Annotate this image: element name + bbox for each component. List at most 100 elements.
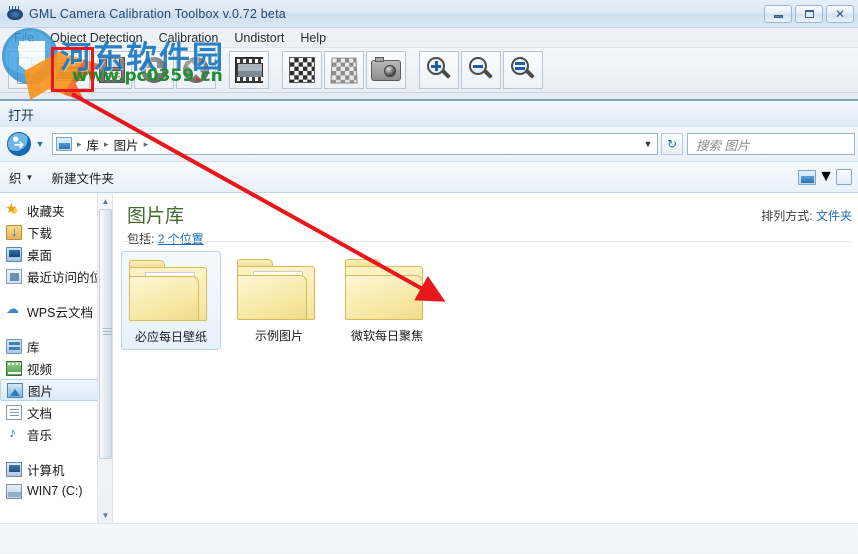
sidebar-item-label: 视频 xyxy=(27,362,53,377)
chessboard-button[interactable] xyxy=(282,51,322,89)
open-file-button[interactable] xyxy=(50,51,90,89)
folder-icon xyxy=(129,256,213,324)
library-includes: 包括: 2 个位置 xyxy=(127,230,204,247)
documents-icon xyxy=(6,404,22,420)
new-document-icon xyxy=(17,56,39,84)
arrange-value[interactable]: 文件夹 xyxy=(816,209,852,223)
folder-icon xyxy=(237,255,321,323)
menu-file[interactable]: File xyxy=(6,30,42,46)
file-list-pane: 图片库 包括: 2 个位置 排列方式: 文件夹 必应每日壁纸 示例图片 微软每日… xyxy=(113,193,858,523)
sidebar-item-computer[interactable]: 计算机 xyxy=(0,458,112,480)
dialog-address-bar: ➜ ▼ ▸ 库 ▸ 图片 ▸ ▼ ↻ 搜索 图片 xyxy=(0,127,858,161)
computer-icon xyxy=(6,461,22,477)
menu-calibration[interactable]: Calibration xyxy=(151,30,227,46)
close-button[interactable]: ✕ xyxy=(826,5,854,23)
zoom-out-button[interactable] xyxy=(461,51,501,89)
arrange-label: 排列方式: xyxy=(761,209,813,223)
scroll-down-icon[interactable]: ▼ xyxy=(98,507,112,523)
list-item-label: 微软每日聚焦 xyxy=(350,329,423,343)
scrollbar-grip xyxy=(103,328,112,335)
organize-button[interactable]: 织 ▼ xyxy=(0,168,42,187)
sidebar-item-libraries[interactable]: 库 xyxy=(0,335,112,357)
pictures-icon xyxy=(7,382,23,398)
search-input[interactable]: 搜索 图片 xyxy=(687,133,855,155)
scrollbar-thumb[interactable] xyxy=(99,209,112,459)
dialog-command-bar: 织 ▼ 新建文件夹 ▼ xyxy=(0,161,858,193)
includes-prefix: 包括: xyxy=(127,232,155,246)
sidebar-item-downloads[interactable]: 下载 xyxy=(0,221,112,243)
sidebar-item-videos[interactable]: 视频 xyxy=(0,357,112,379)
address-breadcrumb-bar[interactable]: ▸ 库 ▸ 图片 ▸ ▼ xyxy=(52,133,658,155)
back-button[interactable]: ➜ xyxy=(7,132,31,156)
sidebar-scrollbar[interactable]: ▲ ▼ xyxy=(97,193,112,523)
open-file-dialog: 打开 ➜ ▼ ▸ 库 ▸ 图片 ▸ ▼ ↻ 搜索 图片 织 ▼ 新建文件夹 ▼ … xyxy=(0,100,858,554)
camera-button[interactable] xyxy=(366,51,406,89)
zoom-reset-icon xyxy=(509,56,537,84)
refresh-button[interactable]: ↻ xyxy=(661,133,683,155)
plus-circle-icon xyxy=(141,57,167,83)
breadcrumb-separator: ▸ xyxy=(143,138,149,149)
favorites-icon xyxy=(5,200,22,218)
arrange-by[interactable]: 排列方式: 文件夹 xyxy=(761,207,852,224)
history-dropdown-icon[interactable]: ▼ xyxy=(33,132,47,156)
remove-button[interactable] xyxy=(176,51,216,89)
address-dropdown-icon[interactable]: ▼ xyxy=(639,134,657,154)
film-strip-icon xyxy=(235,57,263,83)
sidebar-item-label: 桌面 xyxy=(27,248,53,263)
view-options-icon[interactable] xyxy=(798,169,817,185)
toolbar-separator xyxy=(271,51,280,89)
sidebar-item-drive-c[interactable]: WIN7 (C:) xyxy=(0,480,112,502)
dialog-title: 打开 xyxy=(8,107,35,123)
folder-grid: 必应每日壁纸 示例图片 微软每日聚焦 xyxy=(121,251,437,350)
save-button[interactable] xyxy=(92,51,132,89)
application-toolbar xyxy=(0,48,858,93)
sidebar-item-desktop[interactable]: 桌面 xyxy=(0,243,112,265)
chevron-down-icon: ▼ xyxy=(25,172,34,182)
camera-eye-icon xyxy=(6,5,24,22)
list-item[interactable]: 微软每日聚焦 xyxy=(337,251,437,350)
sidebar-item-label: 下载 xyxy=(27,226,53,241)
sidebar-item-wps-cloud[interactable]: WPS云文档 xyxy=(0,300,112,322)
new-folder-button[interactable]: 新建文件夹 xyxy=(42,168,123,187)
list-item-label: 必应每日壁纸 xyxy=(134,330,207,344)
breadcrumb-separator: ▸ xyxy=(104,138,109,149)
list-item[interactable]: 必应每日壁纸 xyxy=(121,251,221,350)
minimize-button[interactable] xyxy=(764,5,792,23)
list-item[interactable]: 示例图片 xyxy=(229,251,329,350)
dialog-bottom-bar xyxy=(0,523,858,554)
restore-button[interactable] xyxy=(795,5,823,23)
menu-object-detection[interactable]: Object Detection xyxy=(42,30,150,46)
breadcrumb-pictures[interactable]: 图片 xyxy=(111,135,142,154)
application-menubar: File Object Detection Calibration Undist… xyxy=(0,28,858,48)
toolbar-separator xyxy=(218,51,227,89)
navigation-sidebar: 收藏夹 下载 桌面 最近访问的位置 WPS云文档 xyxy=(0,193,112,523)
list-item-label: 示例图片 xyxy=(254,329,303,343)
chessboard-grey-button[interactable] xyxy=(324,51,364,89)
breadcrumb-library[interactable]: 库 xyxy=(84,135,103,154)
zoom-in-button[interactable] xyxy=(419,51,459,89)
add-button[interactable] xyxy=(134,51,174,89)
menu-help[interactable]: Help xyxy=(292,30,334,46)
sidebar-item-music[interactable]: 音乐 xyxy=(0,423,112,445)
video-button[interactable] xyxy=(229,51,269,89)
sidebar-item-recent-places[interactable]: 最近访问的位置 xyxy=(0,265,112,287)
sidebar-item-label: 库 xyxy=(27,340,40,355)
chevron-down-icon[interactable]: ▼ xyxy=(818,168,834,186)
new-document-button[interactable] xyxy=(8,51,48,89)
new-folder-label: 新建文件夹 xyxy=(51,171,114,186)
sidebar-item-label: 计算机 xyxy=(27,463,65,478)
sidebar-item-label: 图片 xyxy=(28,384,54,399)
menu-undistort[interactable]: Undistort xyxy=(226,30,292,46)
includes-locations-link[interactable]: 2 个位置 xyxy=(158,232,204,246)
help-icon[interactable] xyxy=(836,169,852,185)
sidebar-item-favorites[interactable]: 收藏夹 xyxy=(0,199,112,221)
downloads-icon xyxy=(6,224,22,240)
zoom-fit-button[interactable] xyxy=(503,51,543,89)
header-divider xyxy=(123,241,852,242)
checkerboard-icon xyxy=(289,57,315,83)
sidebar-item-pictures[interactable]: 图片 xyxy=(0,379,112,401)
sidebar-item-documents[interactable]: 文档 xyxy=(0,401,112,423)
dialog-titlebar: 打开 xyxy=(0,101,858,127)
scroll-up-icon[interactable]: ▲ xyxy=(98,193,112,209)
